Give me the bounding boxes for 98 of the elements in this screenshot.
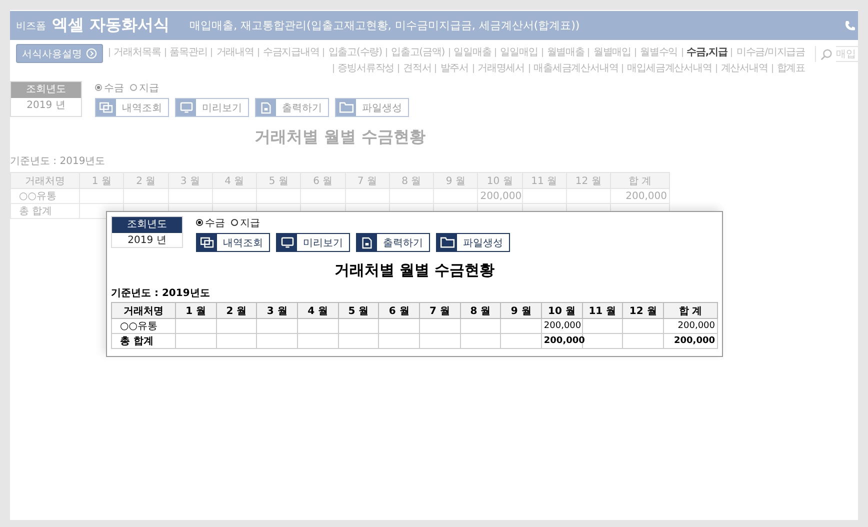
action-button[interactable]: 내역조회	[95, 98, 169, 117]
column-header: 합 계	[610, 172, 670, 188]
year-label: 조회년도	[112, 217, 182, 233]
action-button[interactable]: 파일생성	[436, 233, 510, 252]
column-header: 4 월	[297, 302, 338, 318]
report-title: 거래처별 월별 수금현황	[253, 127, 427, 148]
nav-link[interactable]: 거래처목록	[108, 48, 165, 57]
column-header: 9 월	[500, 302, 542, 318]
column-header: 8 월	[460, 302, 501, 318]
monitor-icon	[280, 237, 294, 248]
radio-circle[interactable]	[231, 219, 238, 226]
nav-link[interactable]: 매입세금계산서내역	[622, 64, 716, 73]
help-button[interactable]: 서식사용설명	[16, 44, 103, 63]
column-header: 2 월	[216, 302, 257, 318]
column-header: 3 월	[256, 302, 298, 318]
arrow-circle-icon	[86, 48, 97, 59]
column-header: 12 월	[566, 172, 610, 188]
radio-circle[interactable]	[130, 84, 137, 91]
nav-link[interactable]: 합계표	[772, 64, 809, 73]
documents-icon	[200, 237, 214, 248]
table-cell: 200,000	[541, 334, 582, 348]
year-value[interactable]: 2019 년	[112, 233, 182, 248]
radio-option[interactable]: 수금	[196, 216, 225, 230]
year-value[interactable]: 2019 년	[11, 98, 81, 113]
column-header: 5 월	[256, 172, 301, 188]
action-button[interactable]: 파일생성	[335, 98, 409, 117]
nav-link[interactable]: 증빙서류작성	[332, 64, 398, 73]
table-cell: 총 합계	[10, 204, 80, 218]
nav-link[interactable]: 수금,지급	[682, 48, 732, 57]
radio-circle[interactable]	[95, 84, 102, 91]
column-header: 1 월	[176, 302, 216, 318]
brand-label: 비즈폼	[16, 20, 46, 32]
column-header: 10 월	[478, 172, 522, 188]
nav-link[interactable]: 월별매출	[542, 48, 588, 57]
table-cell: 200,000	[478, 188, 522, 204]
action-button[interactable]: 출력하기	[356, 233, 430, 252]
report-title: 거래처별 월별 수금현황	[333, 261, 496, 280]
app-subtitle: 매입매출, 재고통합관리(입출고재고현황, 미수금미지급금, 세금계산서(합계표))	[190, 18, 581, 33]
nav-link[interactable]: 일일매입	[495, 48, 542, 57]
documents-icon	[98, 102, 114, 113]
nav-link[interactable]: 수금지급내역	[258, 48, 324, 57]
nav-link[interactable]: 계산서내역	[716, 64, 772, 73]
table-cell: 200,000	[541, 318, 582, 334]
nav-link[interactable]: 발주서	[435, 64, 473, 73]
folder-icon	[338, 102, 354, 113]
column-header: 8 월	[389, 172, 434, 188]
column-header: 6 월	[300, 172, 345, 188]
nav-link[interactable]: 미수금/미지급금	[731, 48, 809, 57]
column-header: 10 월	[541, 302, 582, 318]
column-header: 11 월	[522, 172, 566, 188]
table-cell: ○○유통	[112, 318, 176, 334]
nav-link[interactable]: 입출고(수량)	[323, 48, 386, 57]
nav-link[interactable]: 일일매출	[448, 48, 496, 57]
folder-icon	[440, 237, 454, 248]
table-cell: 총 합계	[112, 334, 176, 348]
column-header: 7 월	[345, 172, 390, 188]
column-header: 4 월	[212, 172, 256, 188]
column-header: 합 계	[664, 302, 718, 318]
column-header: 11 월	[582, 302, 623, 318]
monitor-icon	[180, 102, 192, 113]
column-header: 12 월	[622, 302, 664, 318]
table-cell: 200,000	[664, 318, 718, 334]
column-header: 거래처명	[112, 302, 176, 318]
action-button[interactable]: 출력하기	[255, 98, 329, 117]
base-year-label: 기준년도 : 2019년도	[10, 155, 106, 168]
action-button[interactable]: 내역조회	[196, 233, 270, 252]
nav-link[interactable]: 월별수익	[635, 48, 682, 57]
base-year-label: 기준년도 : 2019년도	[111, 287, 210, 300]
action-button[interactable]: 미리보기	[175, 98, 249, 117]
nav-link[interactable]: 월별매입	[588, 48, 635, 57]
nav-link[interactable]: 품목관리	[164, 48, 212, 57]
phone-icon	[844, 20, 856, 32]
column-header: 6 월	[378, 302, 420, 318]
column-header: 5 월	[338, 302, 379, 318]
table-cell: 200,000	[664, 334, 718, 348]
radio-circle[interactable]	[196, 219, 203, 226]
column-header: 1 월	[80, 172, 124, 188]
year-label: 조회년도	[11, 82, 81, 98]
column-header: 3 월	[168, 172, 212, 188]
app-title: 엑셀 자동화서식	[52, 15, 170, 36]
column-header: 7 월	[419, 302, 460, 318]
search-icon	[820, 48, 833, 60]
nav-link[interactable]: 입출고(금액)	[386, 48, 449, 57]
nav-link[interactable]: 거래명세서	[472, 64, 529, 73]
nav-link[interactable]: 매출세금계산서내역	[528, 64, 622, 73]
document-icon	[362, 236, 372, 248]
action-button[interactable]: 미리보기	[276, 233, 350, 252]
table-cell: ○○유통	[10, 188, 80, 204]
radio-option[interactable]: 지급	[130, 80, 159, 94]
radio-option[interactable]: 지급	[231, 216, 260, 230]
column-header: 9 월	[434, 172, 478, 188]
radio-option[interactable]: 수금	[95, 80, 124, 94]
column-header: 2 월	[124, 172, 168, 188]
document-icon	[261, 102, 271, 114]
column-header: 거래처명	[10, 172, 80, 188]
table-cell: 200,000	[610, 188, 670, 204]
nav-link[interactable]: 견적서	[398, 64, 436, 73]
nav-link[interactable]: 거래내역	[211, 48, 258, 57]
